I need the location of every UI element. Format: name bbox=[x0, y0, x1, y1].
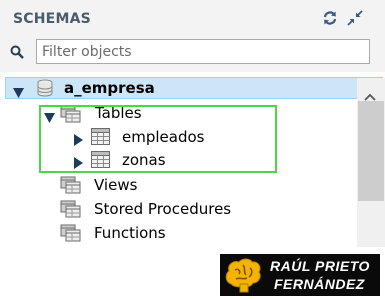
brain-logo-icon bbox=[223, 256, 263, 298]
scrollbar-thumb[interactable] bbox=[358, 101, 384, 201]
brand-name-line2: FERNÁNDEZ bbox=[274, 276, 365, 292]
tables-highlight-box bbox=[39, 105, 277, 173]
functions-folder-icon bbox=[60, 224, 82, 246]
filter-objects-input[interactable] bbox=[36, 39, 370, 64]
search-icon bbox=[10, 44, 24, 63]
brand-name-line1: RAÚL PRIETO bbox=[270, 258, 370, 274]
procedures-folder-icon bbox=[60, 200, 82, 222]
schemas-panel: SCHEMAS Filter objects a_empresa Tables … bbox=[0, 0, 385, 247]
views-folder-icon bbox=[60, 176, 82, 198]
database-icon bbox=[37, 79, 53, 101]
tree-row-schema[interactable] bbox=[5, 77, 383, 99]
stored-procedures-folder-label[interactable]: Stored Procedures bbox=[94, 200, 231, 218]
schemas-title: SCHEMAS bbox=[13, 11, 91, 27]
schema-label: a_empresa bbox=[64, 79, 155, 97]
refresh-icon[interactable] bbox=[322, 10, 338, 30]
expand-schema-toggle[interactable] bbox=[13, 83, 24, 102]
views-folder-label[interactable]: Views bbox=[94, 176, 137, 194]
collapse-icon[interactable] bbox=[347, 10, 363, 30]
functions-folder-label[interactable]: Functions bbox=[94, 224, 166, 242]
